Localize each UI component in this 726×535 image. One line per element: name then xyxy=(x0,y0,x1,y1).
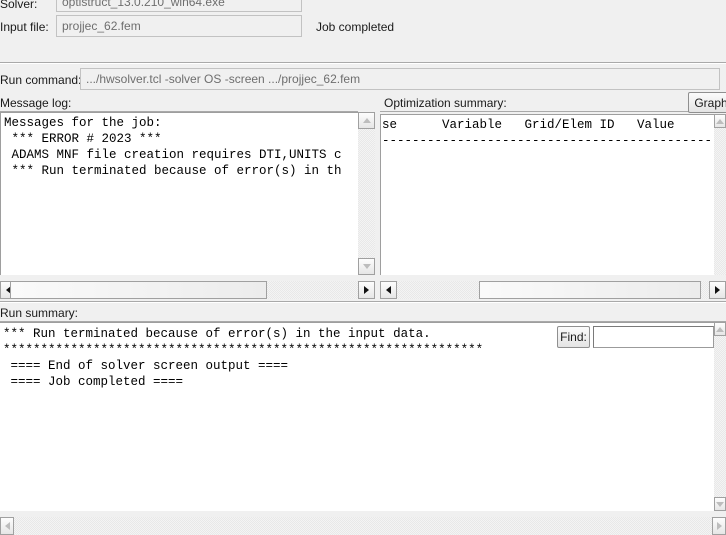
message-log-title: Message log: xyxy=(0,96,72,110)
input-file-label: Input file: xyxy=(0,20,49,34)
header-divider-highlight xyxy=(0,63,726,64)
optimization-summary-title-rule xyxy=(380,111,726,112)
optimization-summary-hscroll-thumb[interactable] xyxy=(479,281,701,299)
run-summary-horizontal-scrollbar[interactable] xyxy=(0,517,726,535)
run-summary-line: ==== End of solver screen output ==== xyxy=(3,359,289,373)
chevron-left-icon xyxy=(4,522,10,530)
run-summary-line: ==== Job completed ==== xyxy=(3,375,184,389)
find-button[interactable]: Find: xyxy=(557,326,590,348)
chevron-up-icon xyxy=(716,118,724,124)
message-log-line: *** ERROR # 2023 *** xyxy=(4,132,162,146)
chevron-right-icon xyxy=(715,286,720,294)
find-input[interactable] xyxy=(593,326,714,348)
optimization-summary-header-row: se Variable Grid/Elem ID Value xyxy=(382,118,675,132)
optimization-summary-title: Optimization summary: xyxy=(384,96,507,110)
message-log-pane[interactable]: Messages for the job: *** ERROR # 2023 *… xyxy=(0,112,358,275)
chevron-right-icon xyxy=(716,522,722,530)
optimization-summary-vertical-scrollbar[interactable] xyxy=(714,114,726,275)
run-summary-scroll-down-button[interactable] xyxy=(714,497,726,511)
chevron-down-icon xyxy=(716,501,724,507)
optimization-summary-scroll-right-button[interactable] xyxy=(709,281,726,299)
run-command-label: Run command: xyxy=(0,73,82,87)
solver-label: Solver: xyxy=(0,0,38,11)
run-summary-pane[interactable]: *** Run terminated because of error(s) i… xyxy=(0,322,714,511)
message-log-horizontal-scrollbar[interactable] xyxy=(0,281,375,299)
message-log-scroll-up-button[interactable] xyxy=(358,112,375,129)
graph-button[interactable]: Graph xyxy=(688,92,726,113)
solver-view-window: Solver: optistruct_13.0.210_win64.exe In… xyxy=(0,0,726,535)
message-log-line: ADAMS MNF file creation requires DTI,UNI… xyxy=(4,148,342,162)
run-summary-scroll-left-button[interactable] xyxy=(0,517,14,535)
run-command-field[interactable]: .../hwsolver.tcl -solver OS -screen .../… xyxy=(80,68,720,90)
message-log-hscroll-thumb[interactable] xyxy=(10,281,267,299)
optimization-summary-scroll-up-button[interactable] xyxy=(714,114,726,128)
run-summary-scroll-up-button[interactable] xyxy=(714,322,726,336)
run-summary-vertical-scrollbar[interactable] xyxy=(714,322,726,511)
chevron-up-icon xyxy=(716,326,724,332)
chevron-right-icon xyxy=(364,286,369,294)
message-log-line: *** Run terminated because of error(s) i… xyxy=(4,164,342,178)
optimization-summary-pane[interactable]: se Variable Grid/Elem ID Value ---------… xyxy=(380,114,718,275)
optimization-summary-divider-row: ----------------------------------------… xyxy=(382,134,718,148)
message-log-vertical-scrollbar[interactable] xyxy=(358,112,375,275)
solver-field[interactable]: optistruct_13.0.210_win64.exe xyxy=(56,0,302,12)
run-summary-divider-highlight xyxy=(0,302,726,303)
run-summary-title: Run summary: xyxy=(0,306,79,320)
run-summary-scroll-right-button[interactable] xyxy=(712,517,726,535)
optimization-summary-horizontal-scrollbar[interactable] xyxy=(380,281,726,299)
chevron-up-icon xyxy=(362,118,371,123)
message-log-scroll-down-button[interactable] xyxy=(358,258,375,275)
input-file-field[interactable]: projjec_62.fem xyxy=(56,15,302,37)
chevron-left-icon xyxy=(386,286,391,294)
message-log-scroll-right-button[interactable] xyxy=(358,281,375,299)
message-log-line: Messages for the job: xyxy=(4,116,162,130)
optimization-summary-scroll-left-button[interactable] xyxy=(380,281,397,299)
chevron-down-icon xyxy=(362,264,371,269)
job-status-text: Job completed xyxy=(316,20,395,34)
